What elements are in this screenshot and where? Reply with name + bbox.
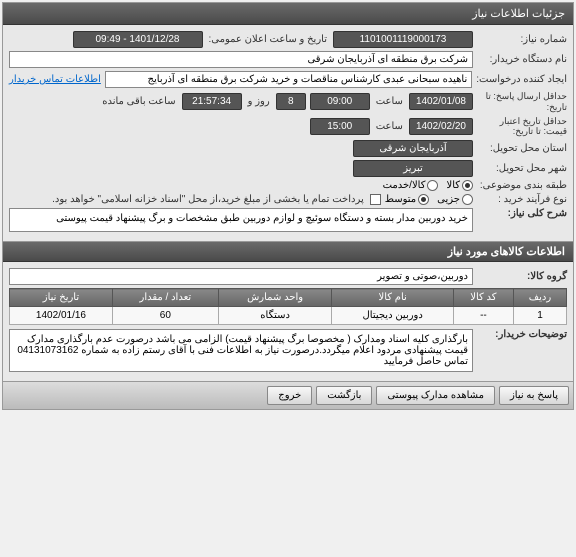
city-value: تبریز — [353, 160, 473, 177]
cell-date: 1402/01/16 — [10, 307, 113, 325]
th-name: نام کالا — [332, 289, 453, 307]
validity-date: 1402/02/20 — [409, 118, 473, 135]
requester-label: ایجاد کننده درخواست: — [476, 74, 567, 85]
radio-medium-dot — [418, 194, 429, 205]
row-group: گروه کالا: دوربین،صوتی و تصویر — [9, 268, 567, 285]
countdown: 21:57:34 — [182, 93, 242, 110]
radio-goods-dot — [462, 180, 473, 191]
row-process: نوع فرآیند خرید : جزیی متوسط پرداخت تمام… — [9, 194, 567, 205]
row-requester: ایجاد کننده درخواست: ناهیده سبحانی عبدی … — [9, 71, 567, 88]
group-label: گروه کالا: — [477, 271, 567, 282]
exit-button[interactable]: خروج — [267, 386, 312, 405]
payment-note: پرداخت تمام یا بخشی از مبلغ خرید،از محل … — [9, 194, 366, 205]
respond-button[interactable]: پاسخ به نیاز — [499, 386, 569, 405]
th-code: کد کالا — [453, 289, 513, 307]
org-label: نام دستگاه خریدار: — [477, 54, 567, 65]
summary-label: شرح کلی نیاز: — [477, 208, 567, 219]
need-number-label: شماره نیاز: — [477, 34, 567, 45]
footer-bar: پاسخ به نیاز مشاهده مدارک پیوستی بازگشت … — [3, 381, 573, 409]
validity-time: 15:00 — [310, 118, 370, 135]
deadline-date: 1402/01/08 — [409, 93, 473, 110]
buyer-notes-value: بارگذاری کلیه اسناد ومدارک ( مخصوصا برگ … — [9, 329, 473, 372]
time-label-1: ساعت — [374, 96, 405, 107]
cell-row: 1 — [513, 307, 566, 325]
row-category: طبقه بندی موضوعی: کالا کالا/خدمت — [9, 180, 567, 191]
payment-checkbox[interactable] — [370, 194, 381, 205]
radio-service[interactable]: کالا/خدمت — [383, 180, 439, 191]
city-label: شهر محل تحویل: — [477, 163, 567, 174]
buyer-notes-label: توضیحات خریدار: — [477, 329, 567, 340]
th-date: تاریخ نیاز — [10, 289, 113, 307]
announce-value: 1401/12/28 - 09:49 — [73, 31, 203, 48]
cell-name: دوربین دیجیتال — [332, 307, 453, 325]
deadline-label: حداقل ارسال پاسخ: تا تاریخ: — [477, 91, 567, 113]
announce-label: تاریخ و ساعت اعلان عمومی: — [207, 34, 330, 45]
back-button[interactable]: بازگشت — [316, 386, 372, 405]
org-value: شرکت برق منطقه ای آذربایجان شرقی — [9, 51, 473, 68]
table-row[interactable]: 1 -- دوربین دیجیتال دستگاه 60 1402/01/16 — [10, 307, 567, 325]
main-panel: جزئیات اطلاعات نیاز شماره نیاز: 11010011… — [2, 2, 574, 410]
table-header-row: ردیف کد کالا نام کالا واحد شمارش تعداد /… — [10, 289, 567, 307]
process-label: نوع فرآیند خرید : — [477, 194, 567, 205]
th-qty: تعداد / مقدار — [112, 289, 218, 307]
requester-value: ناهیده سبحانی عبدی کارشناس مناقصات و خری… — [105, 71, 472, 88]
category-label: طبقه بندی موضوعی: — [477, 180, 567, 191]
row-validity: حداقل تاریخ اعتبار قیمت: تا تاریخ: 1402/… — [9, 116, 567, 138]
time-label-2: ساعت — [374, 121, 405, 132]
province-label: استان محل تحویل: — [477, 143, 567, 154]
need-number-value: 1101001119000173 — [333, 31, 473, 48]
th-unit: واحد شمارش — [218, 289, 332, 307]
items-section-title: اطلاعات کالاهای مورد نیاز — [3, 241, 573, 262]
row-province: استان محل تحویل: آذربایجان شرقی — [9, 140, 567, 157]
days-label: روز و — [246, 96, 272, 107]
radio-medium[interactable]: متوسط — [385, 194, 429, 205]
panel-title: جزئیات اطلاعات نیاز — [3, 3, 573, 25]
radio-small-dot — [462, 194, 473, 205]
days-value: 8 — [276, 93, 306, 110]
th-row: ردیف — [513, 289, 566, 307]
row-city: شهر محل تحویل: تبریز — [9, 160, 567, 177]
row-buyer-notes: توضیحات خریدار: بارگذاری کلیه اسناد ومدا… — [9, 329, 567, 372]
details-body: شماره نیاز: 1101001119000173 تاریخ و ساع… — [3, 25, 573, 241]
contact-link[interactable]: اطلاعات تماس خریدار — [9, 74, 101, 85]
process-radios: جزیی متوسط — [385, 194, 473, 205]
radio-service-dot — [427, 180, 438, 191]
items-table: ردیف کد کالا نام کالا واحد شمارش تعداد /… — [9, 288, 567, 325]
group-value: دوربین،صوتی و تصویر — [9, 268, 473, 285]
items-body: گروه کالا: دوربین،صوتی و تصویر ردیف کد ک… — [3, 262, 573, 381]
category-radios: کالا کالا/خدمت — [383, 180, 473, 191]
cell-unit: دستگاه — [218, 307, 332, 325]
province-value: آذربایجان شرقی — [353, 140, 473, 157]
view-docs-button[interactable]: مشاهده مدارک پیوستی — [376, 386, 495, 405]
cell-qty: 60 — [112, 307, 218, 325]
row-org: نام دستگاه خریدار: شرکت برق منطقه ای آذر… — [9, 51, 567, 68]
radio-small[interactable]: جزیی — [437, 194, 473, 205]
remaining-label: ساعت باقی مانده — [100, 96, 177, 107]
radio-goods[interactable]: کالا — [446, 180, 473, 191]
summary-value: خرید دوربین مدار بسته و دستگاه سوئیچ و ل… — [9, 208, 473, 232]
row-deadline: حداقل ارسال پاسخ: تا تاریخ: 1402/01/08 س… — [9, 91, 567, 113]
cell-code: -- — [453, 307, 513, 325]
row-need-number: شماره نیاز: 1101001119000173 تاریخ و ساع… — [9, 31, 567, 48]
row-summary: شرح کلی نیاز: خرید دوربین مدار بسته و دس… — [9, 208, 567, 232]
validity-label: حداقل تاریخ اعتبار قیمت: تا تاریخ: — [477, 116, 567, 138]
deadline-time: 09:00 — [310, 93, 370, 110]
